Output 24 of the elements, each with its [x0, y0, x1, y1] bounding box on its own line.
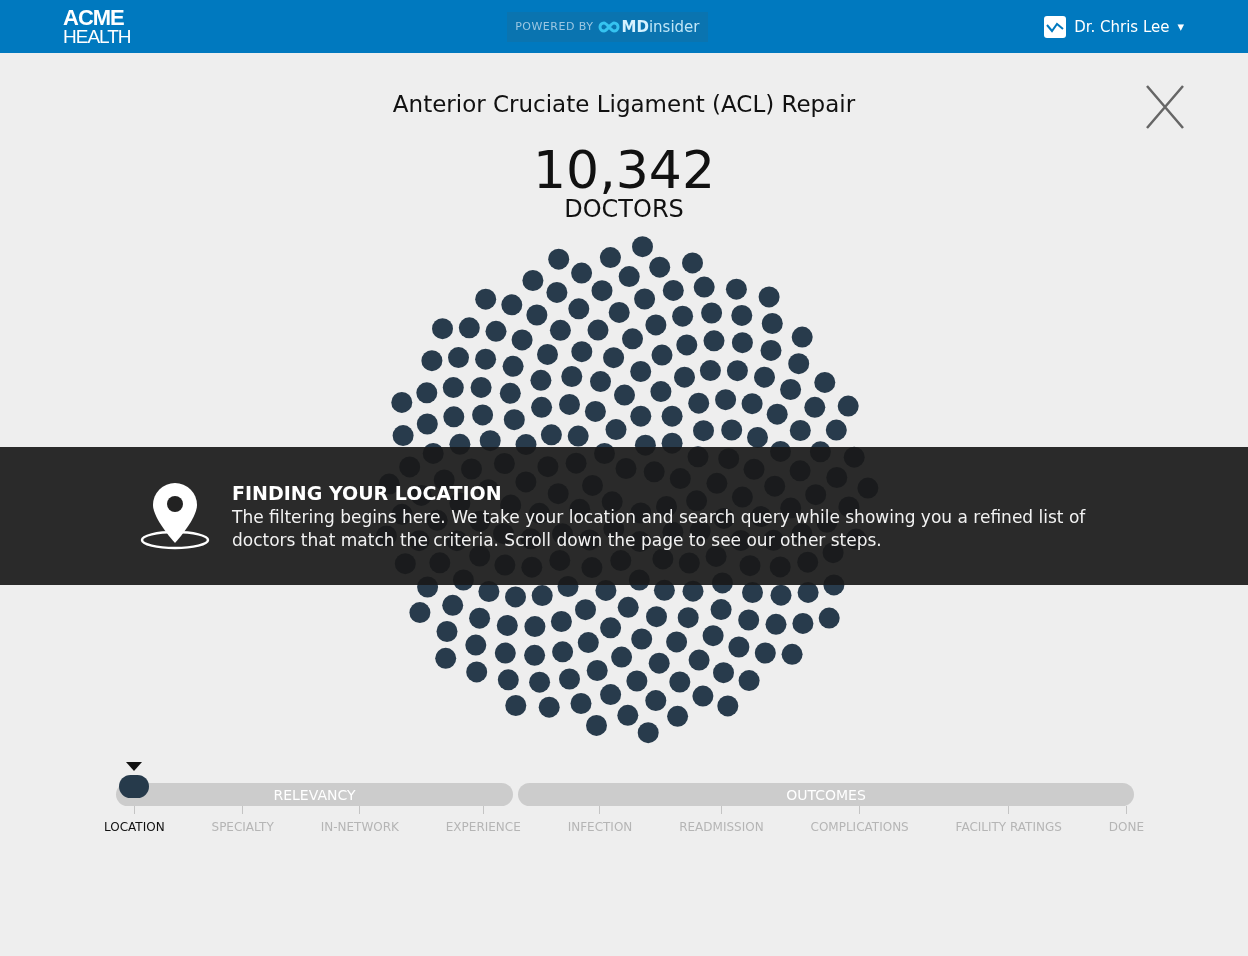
step-label[interactable]: FACILITY RATINGS: [955, 806, 1062, 834]
banner-heading: FINDING YOUR LOCATION: [232, 481, 503, 506]
step-label[interactable]: INFECTION: [567, 806, 633, 834]
step-label[interactable]: SPECIALTY: [211, 806, 274, 834]
powered-by-label: POWERED BY: [515, 20, 594, 33]
logo-text: HEALTH: [63, 26, 131, 46]
infinity-logo-icon: [597, 20, 620, 33]
close-icon[interactable]: [1146, 85, 1184, 129]
banner-text: The filtering begins here. We take your location and search query while showing you a refined list of doctors that match the criteria. Scroll down the page to see our other steps.: [232, 506, 1087, 552]
step-label[interactable]: READMISSION: [679, 806, 764, 834]
procedure-title: Anterior Cruciate Ligament (ACL) Repair: [392, 91, 856, 117]
progress-thumb[interactable]: [119, 775, 150, 798]
doctor-count: 10,342: [533, 145, 715, 195]
doctor-count-label: DOCTORS: [564, 195, 684, 223]
step-label[interactable]: COMPLICATIONS: [810, 806, 909, 834]
chart-icon: [1044, 15, 1067, 38]
step-label[interactable]: EXPERIENCE: [445, 806, 521, 834]
location-pin-icon: [140, 481, 210, 551]
brand-name: MDinsider: [621, 17, 700, 36]
user-menu[interactable]: Dr. Chris Lee ▾: [1044, 15, 1184, 38]
step-label[interactable]: DONE: [1108, 806, 1144, 834]
step-label[interactable]: IN-NETWORK: [320, 806, 399, 834]
logo-text: ACME: [63, 7, 125, 27]
step-label[interactable]: LOCATION: [104, 806, 165, 834]
